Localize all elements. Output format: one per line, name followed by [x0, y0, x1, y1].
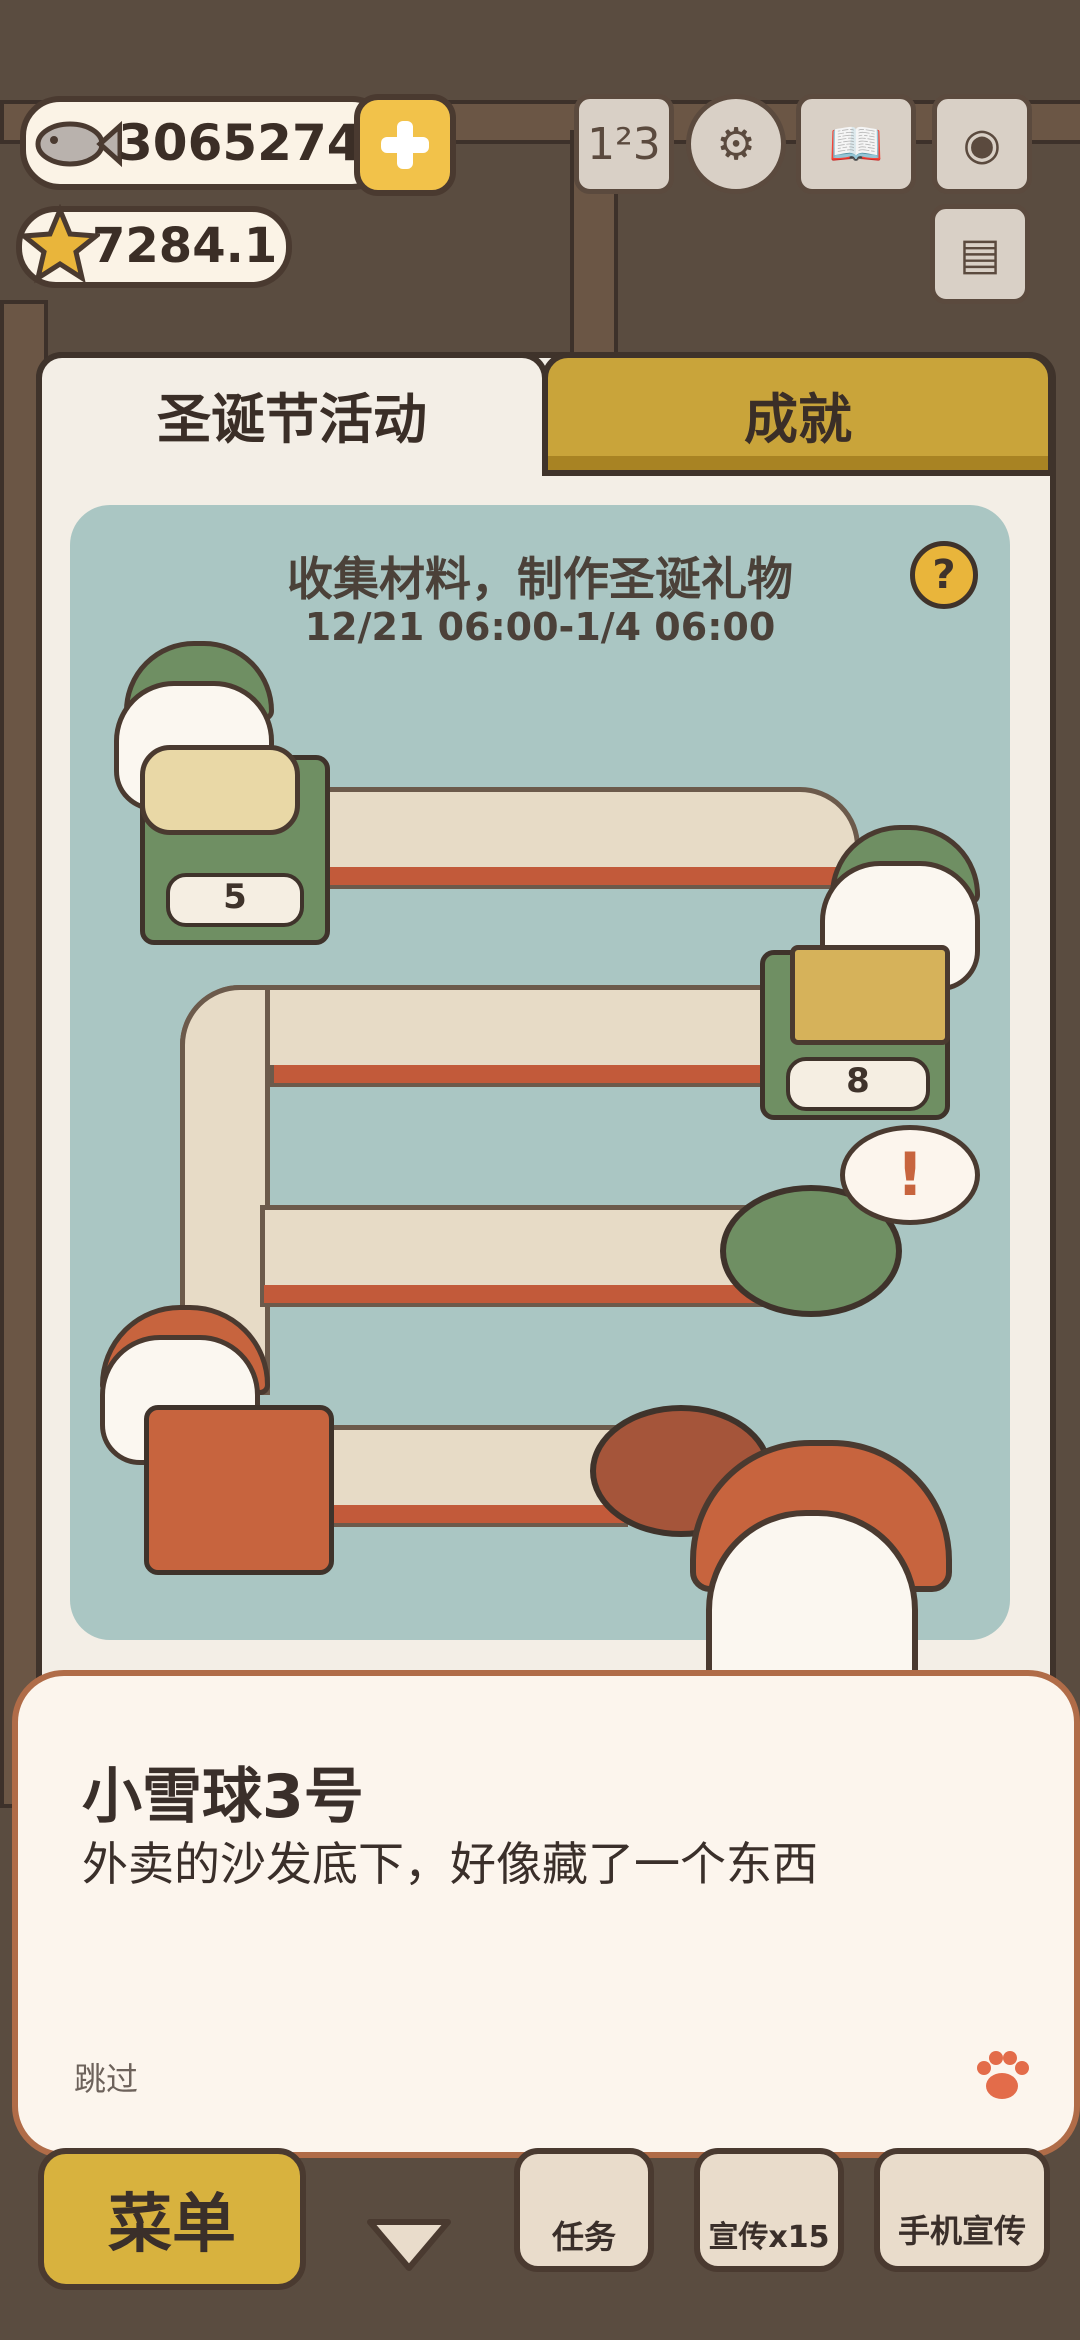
path-edge [290, 867, 858, 889]
cardboard-box-icon [790, 945, 950, 1045]
star-count: 7284.1 [92, 218, 278, 274]
task-label: 任务 [551, 2218, 616, 2256]
board-title: 收集材料，制作圣诞礼物 [287, 552, 793, 606]
promo-button[interactable]: 宣传x15 [694, 2148, 844, 2272]
paw-icon[interactable] [972, 2048, 1032, 2104]
path-edge [270, 1065, 788, 1087]
phone-promo-button[interactable]: 手机宣传 [874, 2148, 1050, 2272]
dialog-text: 外卖的沙发底下，好像藏了一个东西 [82, 1837, 818, 1891]
plus-icon [381, 121, 429, 169]
star-currency-pill: 7284.1 [16, 204, 292, 288]
station-count: 8 [786, 1057, 930, 1111]
station-paw-bag[interactable] [144, 1405, 334, 1575]
help-button[interactable]: ? [910, 541, 978, 609]
book-icon[interactable]: 📖 [796, 94, 916, 194]
fish-currency-pill: 3065274 [20, 96, 392, 190]
newspaper-icon[interactable]: ▤ [930, 204, 1030, 304]
phone-promo-label: 手机宣传 [897, 2212, 1026, 2250]
dialog-box[interactable]: 小雪球3号 外卖的沙发底下，好像藏了一个东西 跳过 [12, 1670, 1080, 2158]
fish-count: 3065274 [118, 114, 362, 172]
task-button[interactable]: 任务 [514, 2148, 654, 2272]
tab-christmas-event[interactable]: 圣诞节活动 [36, 352, 548, 470]
station-count: 5 [166, 873, 304, 927]
speaker-name: 小雪球3号 [82, 1762, 364, 1832]
menu-button[interactable]: 菜单 [38, 2148, 306, 2290]
add-currency-button[interactable] [354, 94, 456, 196]
settings-gear-icon[interactable]: ⚙ [686, 94, 786, 194]
promo-label: 宣传x15 [708, 2220, 830, 2255]
ranking-icon[interactable]: 1²3 [574, 94, 674, 194]
skip-button[interactable]: 跳过 [74, 2054, 138, 2100]
yarn-bundle-icon [140, 745, 300, 835]
alert-bubble: ! [840, 1125, 980, 1225]
star-icon [20, 204, 100, 284]
path-segment [290, 787, 860, 877]
tab-achievements[interactable]: 成就 [542, 352, 1054, 476]
fish-icon [35, 120, 122, 168]
chevron-down-icon[interactable] [364, 2214, 454, 2274]
camera-icon[interactable]: ◉ [932, 94, 1032, 194]
path-segment [180, 985, 790, 1075]
